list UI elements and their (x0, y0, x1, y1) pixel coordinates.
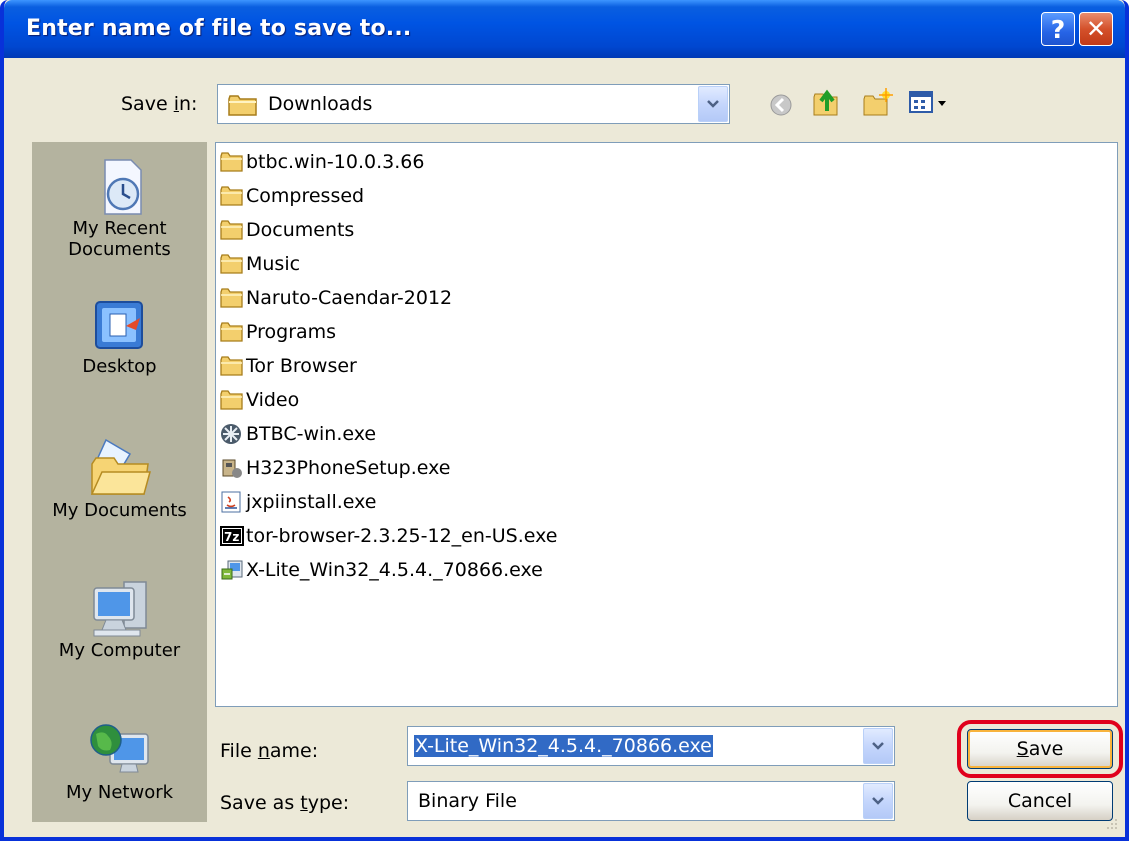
btbc-exe-icon (220, 423, 246, 445)
save-in-dropdown[interactable]: Downloads (217, 84, 730, 124)
chevron-down-icon (872, 797, 884, 805)
file-list-item-label: Music (246, 253, 301, 275)
folder-icon (220, 253, 246, 275)
file-list-item-label: Documents (246, 219, 355, 241)
recent-documents-icon (103, 159, 142, 215)
dialog-title: Enter name of file to save to... (26, 16, 412, 41)
place-my-computer[interactable]: My Computer (32, 578, 207, 661)
save-in-dropdown-arrow[interactable] (698, 86, 728, 122)
file-list-item[interactable]: Music (220, 249, 300, 279)
folder-icon (228, 95, 257, 116)
setup-exe-icon (220, 457, 246, 479)
folder-icon (220, 355, 246, 377)
place-my-network[interactable]: My Network (32, 720, 207, 803)
place-label: My Network (65, 782, 174, 803)
chevron-down-icon (707, 100, 719, 108)
save-button[interactable]: Save (967, 729, 1113, 769)
file-list-item-label: tor-browser-2.3.25-12_en-US.exe (246, 525, 558, 547)
svg-text:7z: 7z (224, 530, 239, 544)
file-list-item[interactable]: 7z tor-browser-2.3.25-12_en-US.exe (220, 521, 557, 551)
place-my-recent-documents[interactable]: My Recent Documents (32, 156, 207, 260)
folder-icon (220, 321, 246, 343)
close-button[interactable]: ✕ (1079, 12, 1113, 46)
folder-icon (220, 185, 246, 207)
save-in-label: Save in: (121, 93, 198, 115)
installer-exe-icon (220, 559, 246, 581)
save-as-type-dropdown[interactable]: Binary File (407, 781, 895, 821)
file-list-item[interactable]: btbc.win-10.0.3.66 (220, 147, 424, 177)
chevron-down-icon (872, 742, 884, 750)
desktop-icon (94, 301, 143, 349)
folder-icon (220, 389, 246, 411)
place-label: My Recent (72, 218, 167, 239)
file-list-item-label: btbc.win-10.0.3.66 (246, 151, 425, 173)
file-list-item-label: Compressed (246, 185, 365, 207)
save-as-type-value: Binary File (418, 790, 517, 812)
save-button-accel: S (1016, 738, 1029, 760)
places-bar: My Recent Documents Desktop My Documents (32, 142, 207, 822)
file-list-item-label: jxpiinstall.exe (246, 491, 377, 513)
save-as-type-dropdown-arrow[interactable] (863, 783, 893, 819)
file-list-item-label: Naruto-Caendar-2012 (246, 287, 453, 309)
file-list-item[interactable]: H323PhoneSetup.exe (220, 453, 450, 483)
file-list[interactable]: btbc.win-10.0.3.66 Compressed Documents Mus… (215, 142, 1118, 707)
place-desktop[interactable]: Desktop (32, 296, 207, 377)
file-list-item-label: BTBC-win.exe (246, 423, 377, 445)
file-list-item[interactable]: X-Lite_Win32_4.5.4._70866.exe (220, 555, 543, 585)
place-label: Desktop (82, 356, 157, 377)
cancel-button[interactable]: Cancel (967, 781, 1113, 821)
file-list-item[interactable]: Video (220, 385, 299, 415)
file-list-item[interactable]: jxpiinstall.exe (220, 487, 376, 517)
file-list-item[interactable]: Naruto-Caendar-2012 (220, 283, 452, 313)
file-list-item-label: X-Lite_Win32_4.5.4._70866.exe (246, 559, 543, 581)
folder-icon (220, 287, 246, 309)
my-network-icon (89, 724, 149, 773)
help-button[interactable]: ? (1041, 12, 1075, 46)
java-exe-icon (220, 491, 246, 513)
file-name-dropdown-arrow[interactable] (863, 728, 893, 764)
place-my-documents[interactable]: My Documents (32, 434, 207, 521)
save-in-value: Downloads (268, 93, 373, 115)
file-name-label: File name: (220, 740, 319, 762)
back-icon[interactable] (769, 93, 793, 117)
title-bar[interactable]: Enter name of file to save to... ? ✕ (4, 0, 1125, 58)
file-list-item-label: H323PhoneSetup.exe (246, 457, 451, 479)
file-list-item[interactable]: BTBC-win.exe (220, 419, 376, 449)
place-label: My Documents (52, 500, 187, 521)
file-name-value[interactable]: X-Lite_Win32_4.5.4._70866.exe (414, 735, 713, 757)
file-name-input[interactable]: X-Lite_Win32_4.5.4._70866.exe (407, 726, 895, 766)
resize-grip-icon[interactable] (1103, 815, 1119, 831)
save-button-label: ave (1028, 738, 1064, 760)
file-list-item[interactable]: Compressed (220, 181, 364, 211)
file-list-item-label: Tor Browser (246, 355, 357, 377)
view-menu-icon[interactable] (908, 89, 952, 117)
7z-exe-icon: 7z (220, 525, 246, 547)
my-computer-icon (92, 581, 147, 637)
save-dialog: Enter name of file to save to... ? ✕ Sav… (0, 0, 1129, 841)
place-label: Documents (68, 239, 171, 260)
file-list-item[interactable]: Programs (220, 317, 336, 347)
file-list-item-label: Programs (246, 321, 337, 343)
up-one-level-icon[interactable] (811, 87, 843, 119)
folder-icon (220, 219, 246, 241)
new-folder-icon[interactable] (861, 87, 893, 119)
my-documents-icon (90, 438, 151, 495)
folder-icon (220, 151, 246, 173)
file-list-item[interactable]: Tor Browser (220, 351, 357, 381)
file-list-item-label: Video (246, 389, 300, 411)
file-list-item[interactable]: Documents (220, 215, 354, 245)
place-label: My Computer (58, 640, 181, 661)
save-as-type-label: Save as type: (220, 792, 350, 814)
